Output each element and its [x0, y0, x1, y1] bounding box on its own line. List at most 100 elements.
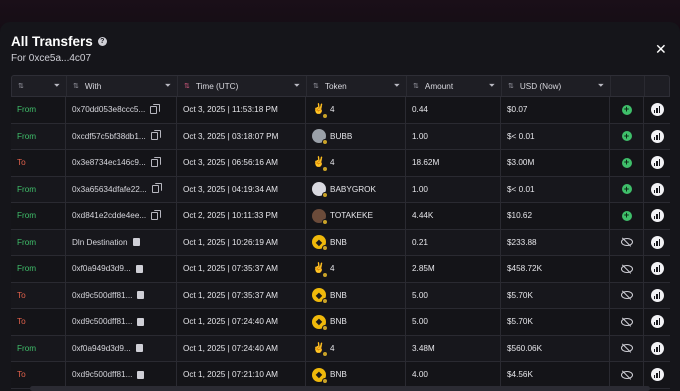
table-row[interactable]: To 0xd9c500dff81... Oct 1, 2025 | 07:24:… — [11, 309, 670, 336]
with-cell[interactable]: 0xd9c500dff81... — [66, 282, 177, 308]
chart-icon[interactable] — [650, 262, 664, 276]
with-address[interactable]: 0xd9c500dff81... — [72, 291, 132, 300]
chart-icon[interactable] — [650, 368, 664, 382]
chart-icon[interactable] — [650, 182, 664, 196]
chart-icon[interactable] — [650, 288, 664, 302]
with-address[interactable]: 0xf0a949d3d9... — [72, 264, 131, 273]
table-row[interactable]: To 0xd9c500dff81... Oct 1, 2025 | 07:21:… — [11, 362, 670, 389]
doc-icon[interactable] — [135, 344, 143, 353]
with-address[interactable]: 0xd9c500dff81... — [72, 317, 132, 326]
doc-icon[interactable] — [135, 264, 143, 273]
with-address[interactable]: 0xf0a949d3d9... — [72, 344, 131, 353]
with-cell[interactable]: 0x70dd053e8ccc5... — [66, 97, 177, 123]
token-cell[interactable]: BUBB — [306, 123, 406, 149]
table-row[interactable]: From 0x70dd053e8ccc5... Oct 3, 2025 | 11… — [11, 97, 670, 124]
copy-icon[interactable] — [151, 209, 162, 220]
eye-off-icon[interactable] — [620, 264, 633, 273]
eye-off-icon[interactable] — [620, 370, 633, 379]
token-cell[interactable]: ◆ BNB — [306, 282, 406, 308]
token-cell[interactable]: BABYGROK — [306, 176, 406, 202]
filter-icon[interactable]: ⏷ — [394, 81, 400, 91]
with-cell[interactable]: 0xd9c500dff81... — [66, 309, 177, 335]
with-address[interactable]: 0x70dd053e8ccc5... — [72, 105, 145, 114]
sort-icon[interactable]: ⇅ — [508, 82, 514, 90]
filter-icon[interactable]: ⏷ — [489, 81, 495, 91]
table-row[interactable]: From 0xf0a949d3d9... Oct 1, 2025 | 07:24… — [11, 335, 670, 362]
eye-off-icon[interactable] — [620, 238, 633, 247]
sort-icon[interactable]: ⇅ — [313, 82, 319, 90]
copy-icon[interactable] — [150, 130, 161, 141]
chart-cell[interactable] — [644, 362, 670, 388]
token-cell[interactable]: ◆ BNB — [306, 362, 406, 388]
filter-icon[interactable]: ⏷ — [294, 81, 300, 91]
with-address[interactable]: Dln Destination — [72, 238, 128, 247]
chart-cell[interactable] — [644, 124, 670, 150]
token-cell[interactable]: ✌ 4 — [306, 335, 406, 361]
action-cell[interactable] — [610, 309, 644, 335]
help-icon[interactable]: ? — [97, 37, 107, 46]
eye-off-icon[interactable] — [620, 344, 633, 353]
eye-off-icon[interactable] — [620, 317, 633, 326]
copy-icon[interactable] — [150, 156, 161, 167]
chart-cell[interactable] — [644, 256, 670, 282]
action-cell[interactable]: + — [610, 203, 644, 229]
column-header-with[interactable]: ⇅ With ⏷ — [67, 76, 178, 96]
eye-off-icon[interactable] — [620, 291, 633, 300]
with-cell[interactable]: 0xd9c500dff81... — [66, 362, 177, 388]
table-row[interactable]: From 0xcdf57c5bf38db1... Oct 3, 2025 | 0… — [11, 123, 670, 150]
column-header-token[interactable]: ⇅ Token ⏷ — [307, 76, 407, 96]
action-cell[interactable]: + — [610, 123, 644, 149]
chart-cell[interactable] — [644, 336, 670, 362]
sort-icon[interactable]: ⇅ — [184, 82, 190, 90]
with-cell[interactable]: 0xf0a949d3d9... — [66, 335, 177, 361]
token-cell[interactable]: ◆ BNB — [306, 309, 406, 335]
token-cell[interactable]: ✌ 4 — [306, 150, 406, 176]
plus-icon[interactable]: + — [621, 184, 632, 195]
chart-cell[interactable] — [644, 97, 670, 123]
with-cell[interactable]: 0x3e8734ec146c9... — [66, 150, 177, 176]
action-cell[interactable] — [610, 335, 644, 361]
chart-cell[interactable] — [644, 283, 670, 309]
doc-icon[interactable] — [137, 317, 145, 326]
chart-cell[interactable] — [644, 150, 670, 176]
with-address[interactable]: 0xd841e2cdde4ee... — [72, 211, 146, 220]
doc-icon[interactable] — [137, 370, 145, 379]
action-cell[interactable] — [610, 362, 644, 388]
chart-icon[interactable] — [650, 129, 664, 143]
token-cell[interactable]: ◆ BNB — [306, 229, 406, 255]
action-cell[interactable] — [610, 229, 644, 255]
column-header-time[interactable]: ⇅ Time (UTC) ⏷ — [178, 76, 307, 96]
filter-icon[interactable]: ⏷ — [54, 81, 60, 91]
sort-icon[interactable]: ⇅ — [18, 82, 24, 90]
column-header-usd[interactable]: ⇅ USD (Now) ⏷ — [502, 76, 611, 96]
action-cell[interactable]: + — [610, 150, 644, 176]
column-header-direction[interactable]: ⇅ ⏷ — [12, 76, 67, 96]
table-row[interactable]: From Dln Destination Oct 1, 2025 | 10:26… — [11, 229, 670, 256]
plus-icon[interactable]: + — [621, 157, 632, 168]
chart-icon[interactable] — [650, 209, 664, 223]
token-cell[interactable]: ✌ 4 — [306, 97, 406, 123]
plus-icon[interactable]: + — [621, 131, 632, 142]
with-cell[interactable]: 0xf0a949d3d9... — [66, 256, 177, 282]
doc-icon[interactable] — [132, 238, 140, 247]
with-cell[interactable]: 0x3a65634dfafe22... — [66, 176, 177, 202]
plus-icon[interactable]: + — [621, 104, 632, 115]
copy-icon[interactable] — [150, 103, 161, 114]
action-cell[interactable] — [610, 282, 644, 308]
with-cell[interactable]: Dln Destination — [66, 229, 177, 255]
close-icon[interactable]: ✕ — [655, 42, 667, 56]
sort-icon[interactable]: ⇅ — [73, 82, 79, 90]
column-header-amount[interactable]: ⇅ Amount ⏷ — [407, 76, 502, 96]
chart-icon[interactable] — [650, 235, 664, 249]
with-address[interactable]: 0xd9c500dff81... — [72, 370, 132, 379]
table-row[interactable]: From 0x3a65634dfafe22... Oct 3, 2025 | 0… — [11, 176, 670, 203]
table-row[interactable]: To 0x3e8734ec146c9... Oct 3, 2025 | 06:5… — [11, 150, 670, 177]
chart-cell[interactable] — [644, 203, 670, 229]
action-cell[interactable] — [610, 256, 644, 282]
with-cell[interactable]: 0xd841e2cdde4ee... — [66, 203, 177, 229]
with-address[interactable]: 0xcdf57c5bf38db1... — [72, 132, 146, 141]
chart-icon[interactable] — [650, 341, 664, 355]
token-cell[interactable]: ✌ 4 — [306, 256, 406, 282]
token-cell[interactable]: TOTAKEKE — [306, 203, 406, 229]
sort-icon[interactable]: ⇅ — [413, 82, 419, 90]
